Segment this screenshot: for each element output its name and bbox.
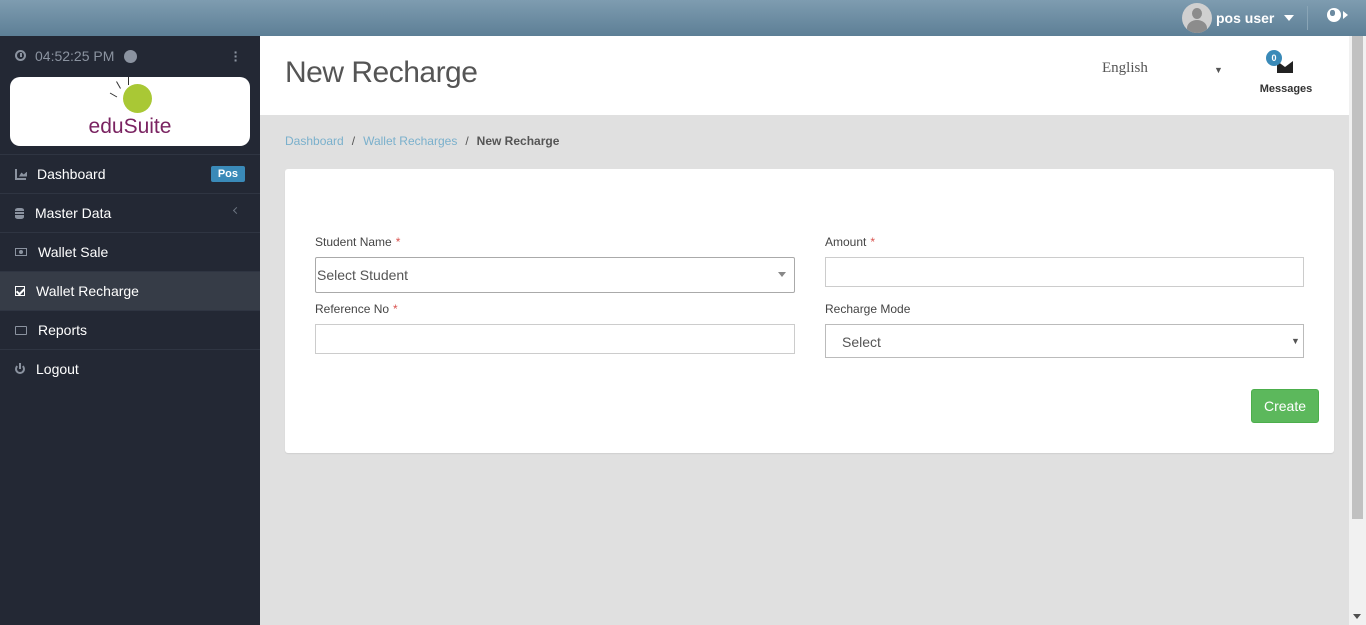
create-button[interactable]: Create bbox=[1251, 389, 1319, 423]
area-chart-icon bbox=[15, 168, 26, 180]
reference-no-label: Reference No * bbox=[315, 302, 398, 316]
breadcrumb-separator: / bbox=[465, 134, 469, 148]
page-title: New Recharge bbox=[285, 56, 478, 89]
required-mark: * bbox=[393, 302, 398, 316]
recharge-mode-label: Recharge Mode bbox=[825, 302, 911, 316]
caret-down-icon bbox=[778, 272, 786, 277]
recharge-mode-selected: Select bbox=[842, 334, 881, 350]
top-bar: pos user bbox=[0, 0, 1366, 36]
student-name-label: Student Name * bbox=[315, 235, 400, 249]
sidebar-item-label: Wallet Recharge bbox=[36, 283, 139, 299]
sidebar-item-dashboard[interactable]: Dashboard Pos bbox=[0, 154, 260, 193]
amount-label: Amount * bbox=[825, 235, 875, 249]
sidebar-item-label: Logout bbox=[36, 361, 79, 377]
logo-ray bbox=[128, 77, 129, 85]
caret-right-icon bbox=[1343, 11, 1348, 19]
recharge-form-panel: Student Name * Select Student Amount * Ref… bbox=[285, 169, 1334, 453]
folder-open-icon bbox=[15, 325, 27, 335]
user-menu[interactable]: pos user bbox=[1182, 3, 1295, 33]
scrollbar-thumb[interactable] bbox=[1352, 36, 1363, 519]
required-mark: * bbox=[870, 235, 876, 249]
clock-icon bbox=[15, 50, 26, 61]
check-square-icon bbox=[15, 286, 25, 296]
clock-time: 04:52:25 PM bbox=[35, 48, 115, 64]
amount-label-text: Amount bbox=[825, 235, 867, 249]
breadcrumb: Dashboard / Wallet Recharges / New Recha… bbox=[285, 134, 559, 148]
logo-text: eduSuite bbox=[88, 115, 172, 138]
logo[interactable]: eduSuite bbox=[10, 77, 250, 146]
sidebar-item-logout[interactable]: Logout bbox=[0, 349, 260, 388]
page-header: New Recharge English ▼ 0 Messages bbox=[260, 36, 1349, 115]
student-select-placeholder: Select Student bbox=[317, 267, 409, 283]
breadcrumb-separator: / bbox=[351, 134, 356, 148]
more-options-icon[interactable]: · · · bbox=[231, 45, 241, 67]
reference-no-input[interactable] bbox=[315, 324, 795, 354]
page-scrollbar[interactable] bbox=[1349, 36, 1366, 625]
user-name: pos user bbox=[1216, 10, 1275, 26]
caret-down-icon: ▼ bbox=[1291, 336, 1300, 346]
logo-ray bbox=[109, 92, 118, 98]
scroll-down-arrow-icon[interactable] bbox=[1353, 614, 1361, 619]
sidebar: 04:52:25 PM · · · eduSuite Dashboard Pos M… bbox=[0, 36, 260, 625]
recharge-mode-select[interactable]: Select ▼ bbox=[825, 324, 1304, 358]
chevron-down-icon bbox=[1284, 15, 1295, 21]
money-icon bbox=[15, 248, 27, 256]
sidebar-item-label: Dashboard bbox=[37, 166, 106, 182]
language-globe-button[interactable] bbox=[1327, 8, 1348, 22]
messages-count-badge: 0 bbox=[1266, 50, 1282, 66]
database-icon bbox=[15, 207, 24, 219]
breadcrumb-dashboard[interactable]: Dashboard bbox=[285, 134, 344, 148]
power-icon bbox=[15, 363, 25, 374]
sidebar-item-label: Reports bbox=[38, 322, 88, 338]
breadcrumb-current: New Recharge bbox=[476, 134, 560, 148]
required-mark: * bbox=[395, 235, 401, 249]
gear-icon[interactable] bbox=[124, 50, 137, 63]
avatar bbox=[1182, 3, 1212, 33]
chevron-left-icon bbox=[232, 206, 241, 215]
lightbulb-icon bbox=[123, 84, 152, 113]
sidebar-header: 04:52:25 PM · · · bbox=[0, 36, 260, 76]
student-select[interactable]: Select Student bbox=[315, 257, 795, 293]
sidebar-item-reports[interactable]: Reports bbox=[0, 310, 260, 349]
logo-ray bbox=[116, 81, 121, 89]
sidebar-item-label: Wallet Sale bbox=[38, 244, 109, 260]
topbar-divider bbox=[1307, 6, 1308, 30]
globe-icon bbox=[1327, 8, 1341, 22]
sidebar-item-wallet-sale[interactable]: Wallet Sale bbox=[0, 232, 260, 271]
pos-badge: Pos bbox=[210, 166, 245, 182]
sidebar-item-label: Master Data bbox=[35, 205, 112, 221]
messages-label: Messages bbox=[1259, 83, 1313, 95]
amount-input[interactable] bbox=[825, 257, 1304, 287]
sidebar-item-master-data[interactable]: Master Data bbox=[0, 193, 260, 232]
breadcrumb-wallet-recharges[interactable]: Wallet Recharges bbox=[363, 134, 457, 148]
reference-no-label-text: Reference No bbox=[315, 302, 390, 316]
student-name-label-text: Student Name bbox=[315, 235, 392, 249]
caret-down-icon: ▼ bbox=[1214, 65, 1223, 75]
sidebar-nav: Dashboard Pos Master Data Wallet Sale Wa… bbox=[0, 154, 260, 388]
sidebar-item-wallet-recharge[interactable]: Wallet Recharge bbox=[0, 271, 260, 310]
language-select[interactable]: English bbox=[1102, 60, 1222, 82]
